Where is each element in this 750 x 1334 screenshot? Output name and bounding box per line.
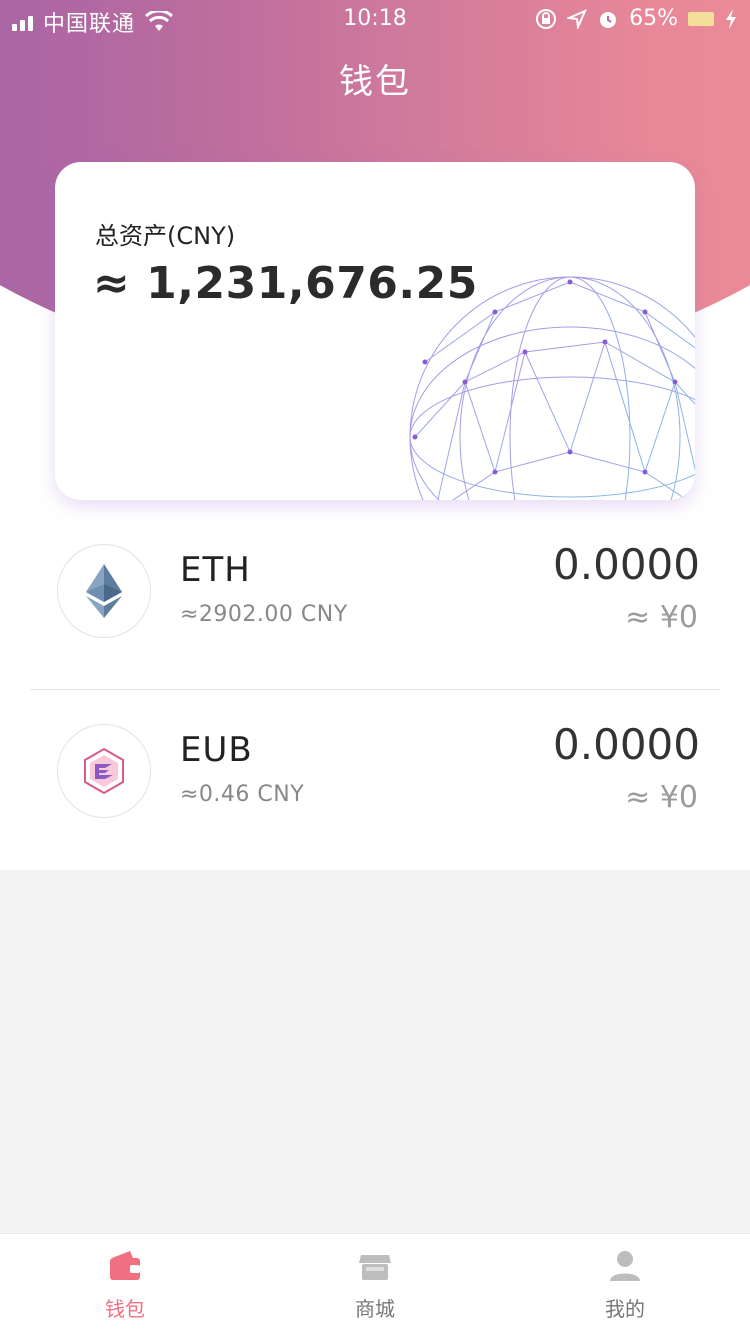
ethereum-icon bbox=[86, 564, 122, 618]
page-title: 钱包 bbox=[339, 62, 411, 102]
wallet-screen: 中国联通 10:18 65% 钱包 总资产(CNY) ≈ 1,231,676.2… bbox=[0, 0, 750, 1334]
location-icon bbox=[567, 8, 588, 29]
charging-icon bbox=[726, 8, 736, 29]
token-row-eth[interactable]: ETH ≈2902.00 CNY 0.0000 ≈ ¥0 bbox=[0, 510, 750, 690]
tab-bar: 钱包 商城 我的 bbox=[0, 1233, 750, 1334]
battery-percent: 65% bbox=[629, 6, 678, 31]
battery-icon bbox=[688, 11, 714, 26]
token-fiat-value: ≈ ¥0 bbox=[625, 600, 698, 635]
eub-icon bbox=[84, 747, 124, 795]
token-list: ETH ≈2902.00 CNY 0.0000 ≈ ¥0 EUB ≈0.46 C… bbox=[0, 510, 750, 870]
profile-icon bbox=[610, 1250, 640, 1281]
token-price: ≈2902.00 CNY bbox=[180, 602, 348, 627]
token-amount: 0.0000 bbox=[553, 720, 700, 769]
token-logo bbox=[57, 724, 151, 818]
token-fiat-value: ≈ ¥0 bbox=[625, 780, 698, 815]
tab-profile[interactable]: 我的 bbox=[500, 1234, 750, 1334]
tab-label: 我的 bbox=[605, 1296, 645, 1321]
status-right: 65% bbox=[535, 6, 738, 31]
wallet-icon bbox=[110, 1250, 140, 1280]
tab-label: 商城 bbox=[355, 1296, 395, 1321]
token-name: EUB bbox=[180, 730, 253, 770]
token-name: ETH bbox=[180, 550, 251, 590]
token-row-eub[interactable]: EUB ≈0.46 CNY 0.0000 ≈ ¥0 bbox=[0, 690, 750, 870]
tab-label: 钱包 bbox=[105, 1296, 145, 1321]
total-asset-label: 总资产(CNY) bbox=[95, 222, 236, 250]
tab-wallet[interactable]: 钱包 bbox=[0, 1234, 250, 1334]
network-globe-illustration bbox=[409, 276, 695, 500]
status-bar: 中国联通 10:18 65% bbox=[0, 0, 750, 40]
token-amount: 0.0000 bbox=[553, 540, 700, 589]
shop-icon bbox=[359, 1254, 391, 1280]
orientation-lock-icon bbox=[536, 8, 557, 29]
alarm-icon bbox=[600, 11, 617, 28]
total-asset-card[interactable]: 总资产(CNY) ≈ 1,231,676.25 bbox=[55, 162, 695, 500]
token-price: ≈0.46 CNY bbox=[180, 782, 305, 807]
tab-shop[interactable]: 商城 bbox=[250, 1234, 500, 1334]
token-logo bbox=[57, 544, 151, 638]
